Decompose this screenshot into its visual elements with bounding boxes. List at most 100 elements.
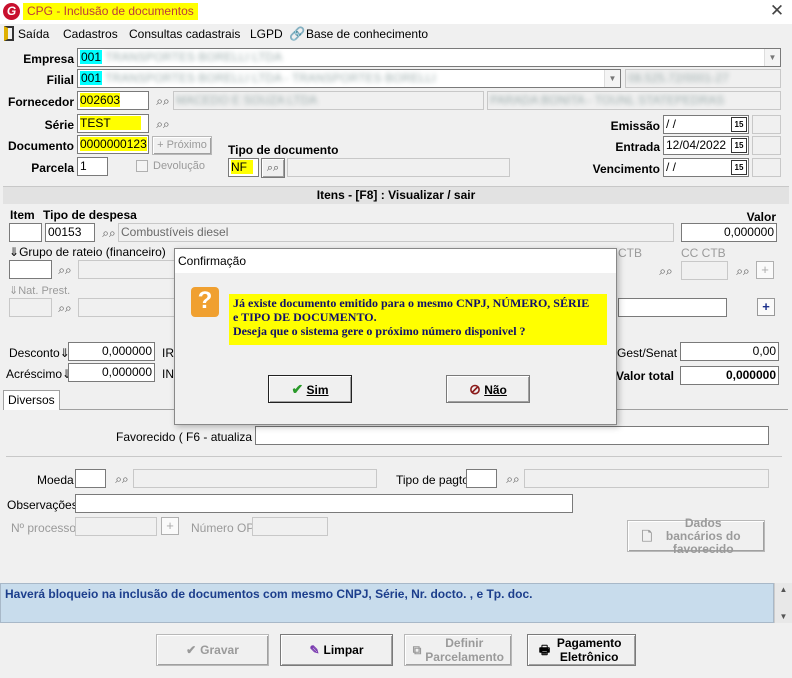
add-processo-button[interactable]: + — [161, 517, 179, 535]
numero-op-label: Número OP — [191, 521, 255, 535]
empresa-label: Empresa — [23, 52, 74, 66]
parcela-field[interactable]: 1 — [77, 157, 108, 176]
numero-op-field — [252, 517, 328, 536]
chevron-down-icon[interactable]: ▼ — [604, 70, 620, 87]
dados-bancarios-button[interactable]: 🗋 Dados bancários do favorecido — [627, 516, 765, 555]
status-message: Haverá bloqueio na inclusão de documento… — [0, 583, 774, 623]
proximo-label: Próximo — [166, 139, 207, 151]
gest-senat-field[interactable]: 0,00 — [680, 342, 779, 361]
binoculars-icon[interactable]: ⌕⌕ — [154, 93, 172, 109]
serie-label: Série — [44, 118, 74, 132]
moeda-desc-field — [133, 469, 377, 488]
check-icon: ✔ — [186, 643, 197, 657]
ctb-label: CTB — [618, 246, 642, 260]
menu-consultas-cadastrais[interactable]: Consultas cadastrais — [129, 26, 240, 42]
observacoes-field[interactable] — [75, 494, 573, 513]
proximo-button[interactable]: + Próximo — [152, 136, 212, 155]
close-icon[interactable]: ✕ — [768, 2, 786, 20]
emissao-value: / / — [666, 117, 677, 131]
item-field[interactable] — [9, 223, 42, 242]
calendar-icon[interactable]: 15 — [731, 117, 747, 132]
chevron-down-icon[interactable]: ▼ — [764, 49, 780, 66]
tipo-documento-value: NF — [231, 160, 253, 174]
confirmation-dialog: Confirmação ? Já existe documento emitid… — [174, 248, 617, 425]
eraser-icon: ✎ — [309, 643, 320, 657]
limpar-button[interactable]: ✎ Limpar — [280, 634, 393, 666]
grupo-rateio-desc-field — [78, 260, 178, 279]
binoculars-icon[interactable]: ⌕⌕ — [504, 471, 522, 487]
acrescimo-label: Acréscimo⇓ — [6, 367, 72, 381]
gest-senat-label: Gest/Senat — [617, 346, 678, 360]
ir-label: IR — [162, 346, 174, 360]
binoculars-icon[interactable]: ⌕⌕ — [113, 471, 131, 487]
devolucao-checkbox[interactable] — [136, 160, 148, 172]
fornecedor-city-field: PARADA BONITA - TOUNL STATEPEDRAS — [487, 91, 781, 110]
yes-button[interactable]: ✔ Sim — [268, 375, 352, 403]
menu-lgpd[interactable]: LGPD — [250, 26, 283, 42]
add-item-button[interactable]: + — [757, 298, 775, 316]
binoculars-icon[interactable]: ⌕⌕ — [100, 225, 118, 241]
fornecedor-code-field[interactable]: 002603 — [77, 91, 149, 110]
documento-label: Documento — [8, 139, 74, 153]
filial-cnpj-field: 08.525.72/0001-27 — [625, 69, 781, 88]
binoculars-icon[interactable]: ⌕⌕ — [261, 158, 285, 178]
documento-field[interactable]: 0000000123 — [77, 135, 149, 154]
favorecido-field[interactable] — [255, 426, 769, 445]
parcela-label: Parcela — [31, 161, 74, 175]
itens-section-header[interactable]: Itens - [F8] : Visualizar / sair — [3, 186, 789, 204]
tipo-documento-label: Tipo de documento — [228, 143, 339, 157]
nat-prest-field — [9, 298, 52, 317]
dados-bancarios-label: Dados bancários do favorecido — [665, 515, 741, 556]
binoculars-icon[interactable]: ⌕⌕ — [56, 262, 74, 278]
copy-icon: ⧉ — [412, 643, 422, 657]
document-icon: 🗋 — [641, 528, 653, 544]
empresa-name-redacted: TRANSPORTES BORELLI LTDA — [105, 50, 283, 64]
moeda-label: Moeda — [37, 473, 74, 487]
gravar-button[interactable]: ✔ Gravar — [156, 634, 269, 666]
no-button[interactable]: ⊘ Não — [446, 375, 530, 403]
moeda-field[interactable] — [75, 469, 106, 488]
tipo-pagto-desc-field — [524, 469, 769, 488]
knowledge-base-icon: 🔗 — [289, 26, 306, 41]
acrescimo-field[interactable]: 0,000000 — [68, 363, 155, 382]
calendar-icon[interactable]: 15 — [731, 138, 747, 153]
tipo-pagto-label: Tipo de pagto — [396, 473, 469, 487]
binoculars-icon[interactable]: ⌕⌕ — [657, 263, 675, 279]
status-scrollbar[interactable]: ▲ ▼ — [774, 583, 792, 623]
item-extra-field[interactable] — [618, 298, 727, 317]
valor-total-field: 0,000000 — [680, 366, 779, 385]
tipo-despesa-label: Tipo de despesa — [43, 208, 137, 222]
grupo-rateio-label: ⇓Grupo de rateio (financeiro) — [9, 245, 166, 259]
binoculars-icon[interactable]: ⌕⌕ — [154, 116, 172, 132]
menu-saida[interactable]: Saída — [18, 26, 49, 42]
binoculars-icon[interactable]: ⌕⌕ — [56, 300, 74, 316]
cc-ctb-field — [681, 261, 728, 280]
filial-code: 001 — [80, 71, 103, 85]
grupo-rateio-field[interactable] — [9, 260, 52, 279]
tipo-documento-field[interactable]: NF — [228, 158, 259, 177]
tipo-pagto-field[interactable] — [466, 469, 497, 488]
vencimento-value: / / — [666, 160, 677, 174]
empresa-code: 001 — [80, 50, 103, 64]
valor-field[interactable]: 0,000000 — [681, 223, 777, 242]
cc-ctb-label: CC CTB — [681, 246, 726, 260]
serie-field[interactable]: TEST — [77, 114, 149, 133]
add-cc-ctb-button[interactable]: + — [756, 261, 774, 279]
desconto-field[interactable]: 0,000000 — [68, 342, 155, 361]
menu-base-conhecimento[interactable]: Base de conhecimento — [306, 26, 428, 42]
printer-icon: 🖶 — [538, 643, 551, 657]
valor-total-label: Valor total — [615, 369, 674, 383]
vencimento-extra-field — [752, 158, 781, 177]
filial-combo[interactable]: 001 TRANSPORTES BORELLI LTDA - TRANSPORT… — [77, 69, 621, 88]
calendar-icon[interactable]: 15 — [731, 160, 747, 175]
empresa-combo[interactable]: 001 TRANSPORTES BORELLI LTDA — [77, 48, 781, 67]
tipo-despesa-code-field[interactable]: 00153 — [45, 223, 95, 242]
tab-diversos[interactable]: Diversos — [3, 390, 60, 410]
fornecedor-name-field: MACEDO E SOUZA LTDA — [173, 91, 484, 110]
pagamento-eletronico-button[interactable]: 🖶 Pagamento Eletrônico — [527, 634, 636, 666]
check-icon: ✔ — [291, 381, 304, 397]
binoculars-icon[interactable]: ⌕⌕ — [734, 263, 752, 279]
nr-processo-label: Nº processo — [11, 521, 77, 535]
definir-parcelamento-button[interactable]: ⧉ Definir Parcelamento — [404, 634, 512, 666]
menu-cadastros[interactable]: Cadastros — [63, 26, 118, 42]
